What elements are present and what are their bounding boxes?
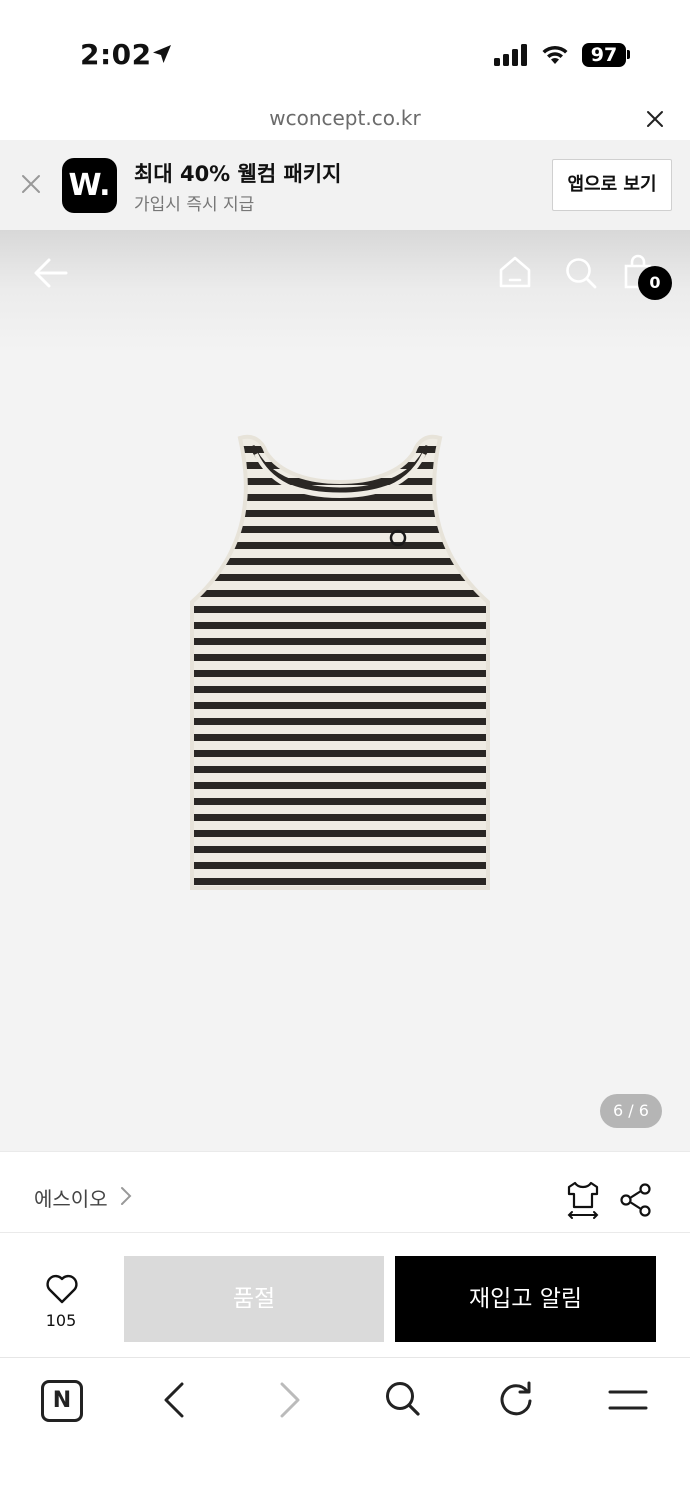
reload-icon[interactable] [496, 1379, 536, 1423]
home-icon[interactable] [497, 254, 533, 294]
browser-toolbar [0, 1358, 690, 1500]
chevron-right-icon[interactable] [118, 1186, 134, 1210]
battery-tip [627, 50, 630, 59]
signal-icon [494, 44, 530, 70]
size-guide-icon[interactable] [565, 1180, 601, 1224]
brand-link[interactable]: 에스이오 [34, 1183, 108, 1212]
gallery-pager: 6 / 6 [600, 1094, 662, 1128]
wifi-icon [540, 42, 570, 70]
soldout-button: 품절 [124, 1256, 384, 1342]
open-in-app-button[interactable]: 앱으로 보기 [552, 159, 672, 211]
arrow-left-icon[interactable] [32, 255, 70, 295]
location-arrow-icon [150, 42, 174, 70]
product-image [190, 430, 490, 899]
restock-alert-button[interactable]: 재입고 알림 [395, 1256, 656, 1342]
search-icon[interactable] [383, 1379, 423, 1423]
cart-count-badge: 0 [638, 266, 672, 300]
browser-home-button[interactable]: N [41, 1380, 83, 1422]
close-icon[interactable] [644, 108, 666, 134]
share-icon[interactable] [619, 1183, 653, 1221]
like-count: 105 [45, 1311, 77, 1330]
chevron-left-icon[interactable] [160, 1380, 190, 1424]
menu-icon[interactable] [607, 1387, 649, 1417]
close-icon[interactable] [20, 173, 42, 199]
battery-indicator: 97 [582, 43, 626, 67]
app-logo: W. [62, 158, 117, 213]
search-icon[interactable] [563, 255, 599, 295]
banner-subtitle: 가입시 즉시 지급 [134, 195, 255, 215]
url-text[interactable]: wconcept.co.kr [0, 106, 690, 130]
banner-title: 최대 40% 웰컴 패키지 [134, 162, 342, 186]
heart-icon[interactable] [45, 1273, 79, 1309]
status-time: 2:02 [80, 38, 152, 71]
chevron-right-icon[interactable] [274, 1380, 304, 1424]
